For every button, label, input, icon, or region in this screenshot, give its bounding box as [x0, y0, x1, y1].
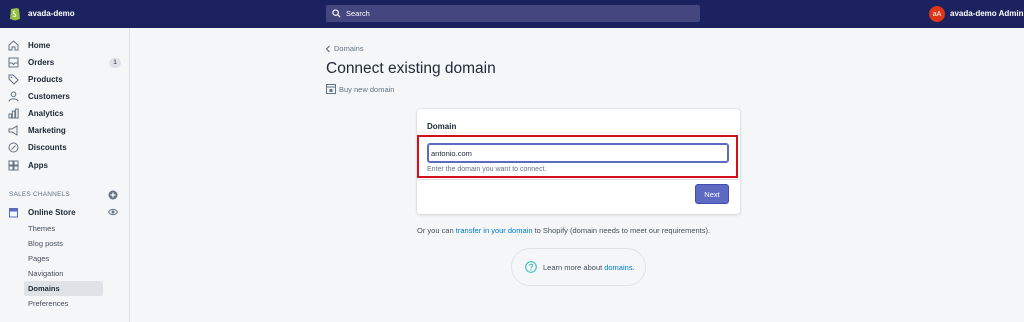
sidebar-item-customers[interactable]: Customers — [0, 88, 130, 105]
sidebar-item-label: Orders — [28, 58, 55, 67]
add-channel-icon[interactable] — [108, 190, 118, 200]
domain-help-text: Enter the domain you want to connect. — [427, 166, 547, 173]
buy-domain-icon — [326, 84, 336, 94]
sidebar-item-label: Analytics — [28, 109, 64, 118]
top-bar: avada-demo Search aA avada-demo Admin — [0, 0, 1024, 28]
sidebar-item-label: Customers — [28, 92, 70, 101]
help-icon — [525, 261, 537, 273]
sidebar-item-home[interactable]: Home — [0, 37, 130, 54]
buy-new-domain-label: Buy new domain — [339, 84, 395, 94]
home-icon — [8, 40, 19, 51]
sidebar-subitem-navigation[interactable]: Navigation — [24, 266, 103, 281]
tag-icon — [8, 74, 19, 85]
search-placeholder: Search — [346, 9, 370, 18]
domain-card: Domain Enter the domain you want to conn… — [417, 109, 740, 214]
sidebar-item-label: Home — [28, 41, 51, 50]
transfer-suffix: to Shopify (domain needs to meet our req… — [532, 226, 711, 235]
sidebar-item-apps[interactable]: Apps — [0, 157, 130, 174]
sidebar-item-label: Online Store — [28, 208, 76, 217]
eye-icon[interactable] — [108, 208, 118, 216]
sidebar-item-label: Discounts — [28, 143, 67, 152]
bar-chart-icon — [8, 108, 19, 119]
person-icon — [8, 91, 19, 102]
avatar[interactable]: aA — [929, 6, 945, 22]
store-icon — [9, 208, 18, 218]
transfer-text: Or you can transfer in your domain to Sh… — [417, 226, 710, 235]
buy-new-domain-link[interactable]: Buy new domain — [326, 84, 394, 94]
apps-icon — [8, 160, 19, 171]
sidebar-item-discounts[interactable]: Discounts — [0, 139, 130, 156]
domains-help-link[interactable]: domains — [604, 263, 632, 272]
page-title: Connect existing domain — [326, 60, 496, 77]
sidebar-item-label: Products — [28, 75, 63, 84]
sidebar-item-products[interactable]: Products — [0, 71, 130, 88]
store-name[interactable]: avada-demo — [28, 9, 75, 18]
sidebar-subitem-preferences[interactable]: Preferences — [24, 296, 103, 311]
sidebar-item-label: Marketing — [28, 126, 66, 135]
orders-icon — [8, 57, 19, 68]
learn-more-callout: Learn more about domains. — [511, 248, 646, 286]
next-button[interactable]: Next — [695, 184, 729, 204]
breadcrumb[interactable]: Domains — [325, 44, 364, 53]
sales-channels-heading: SALES CHANNELS — [9, 191, 70, 198]
shopify-logo-icon[interactable] — [9, 6, 21, 21]
discount-icon — [8, 142, 19, 153]
sidebar-subitem-pages[interactable]: Pages — [24, 251, 103, 266]
sidebar-subitem-blog-posts[interactable]: Blog posts — [24, 236, 103, 251]
search-icon — [332, 9, 341, 18]
orders-count-badge: 1 — [109, 57, 121, 68]
breadcrumb-label: Domains — [334, 44, 364, 53]
domain-input[interactable] — [427, 143, 729, 163]
sidebar: Home Orders 1 Products Customers Analyti… — [0, 28, 130, 322]
card-divider — [417, 179, 740, 180]
sidebar-subitem-themes[interactable]: Themes — [24, 221, 103, 236]
sidebar-item-analytics[interactable]: Analytics — [0, 105, 130, 122]
sidebar-item-label: Apps — [28, 161, 48, 170]
sidebar-item-marketing[interactable]: Marketing — [0, 122, 130, 139]
chevron-left-icon — [325, 45, 330, 52]
megaphone-icon — [8, 125, 18, 136]
learn-more-suffix: . — [632, 262, 635, 272]
card-title: Domain — [427, 122, 457, 131]
sidebar-item-orders[interactable]: Orders 1 — [0, 54, 130, 71]
transfer-domain-link[interactable]: transfer in your domain — [456, 226, 533, 235]
learn-more-prefix: Learn more about — [543, 262, 603, 272]
sidebar-subitem-domains[interactable]: Domains — [24, 281, 103, 296]
transfer-prefix: Or you can — [417, 226, 456, 235]
search-bar[interactable]: Search — [326, 5, 700, 22]
user-name[interactable]: avada-demo Admin — [950, 9, 1024, 18]
